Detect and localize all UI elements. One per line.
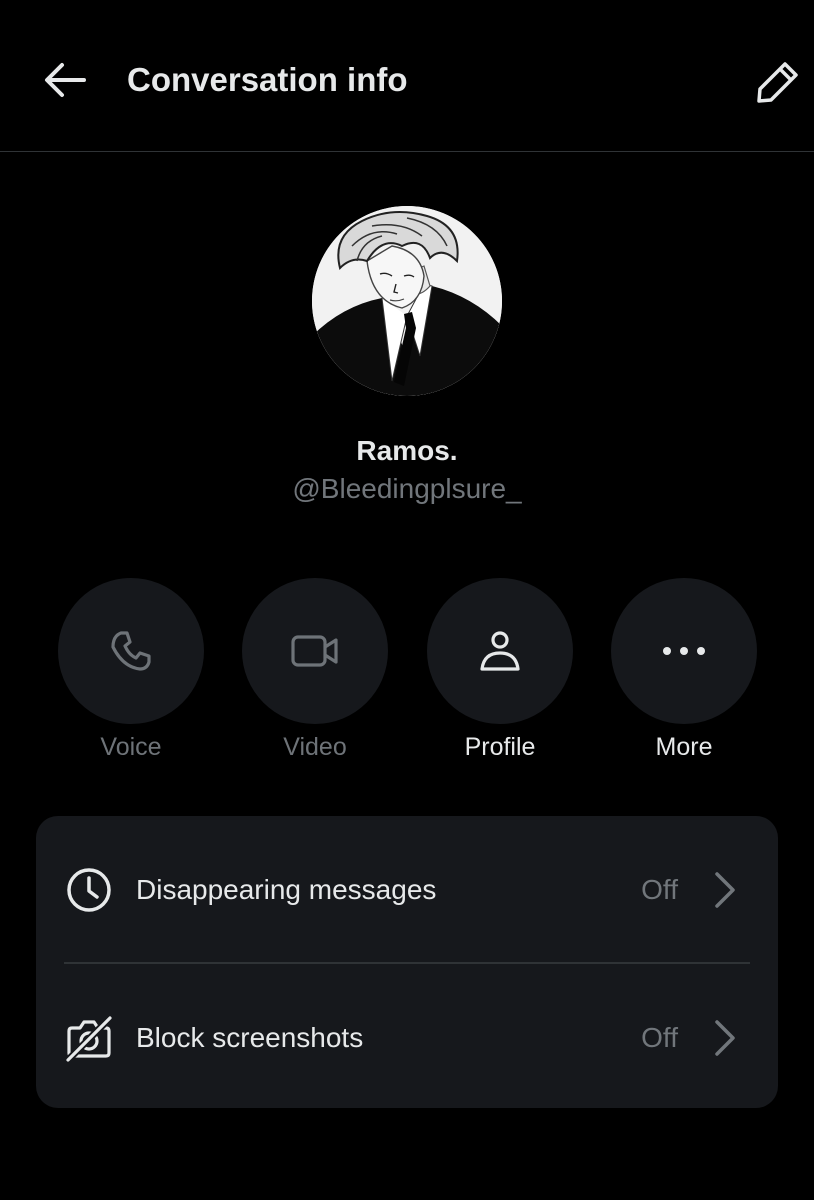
voice-call-button[interactable]: Voice	[58, 578, 204, 768]
user-handle: @Bleedingplsure_	[292, 473, 522, 504]
block-screenshots-row[interactable]: Block screenshots Off	[36, 964, 778, 1110]
person-icon	[480, 631, 520, 671]
profile-button[interactable]: Profile	[427, 578, 573, 768]
clock-icon	[64, 865, 114, 915]
disappearing-messages-value: Off	[641, 874, 678, 905]
more-button[interactable]: More	[611, 578, 757, 768]
video-camera-icon	[291, 635, 338, 667]
phone-icon	[111, 631, 151, 671]
pencil-icon	[757, 62, 798, 103]
avatar-illustration	[312, 206, 502, 396]
block-screenshots-value: Off	[641, 1022, 678, 1053]
more-label: More	[655, 733, 713, 761]
video-call-circle[interactable]	[242, 578, 388, 724]
block-screenshots-label: Block screenshots	[136, 1022, 364, 1053]
video-call-button[interactable]: Video	[242, 578, 388, 768]
camera-off-icon	[64, 1013, 114, 1063]
profile-circle[interactable]	[427, 578, 573, 724]
arrow-left-icon	[45, 63, 86, 97]
profile-label: Profile	[464, 733, 536, 761]
edit-button[interactable]	[750, 54, 806, 110]
disappearing-messages-row[interactable]: Disappearing messages Off	[36, 816, 778, 962]
video-label: Video	[283, 733, 347, 761]
voice-label: Voice	[100, 733, 162, 761]
more-dots-icon	[663, 647, 705, 655]
display-name: Ramos.	[356, 435, 458, 466]
back-button[interactable]	[38, 56, 90, 104]
top-bar: Conversation info	[0, 0, 814, 152]
chevron-right-icon	[704, 1016, 744, 1060]
disappearing-messages-label: Disappearing messages	[136, 874, 437, 905]
voice-call-circle[interactable]	[58, 578, 204, 724]
conversation-settings-card: Disappearing messages Off Block screensh…	[36, 816, 778, 1108]
chevron-right-icon	[704, 868, 744, 912]
page-title: Conversation info	[127, 61, 408, 98]
more-circle[interactable]	[611, 578, 757, 724]
avatar[interactable]	[312, 206, 502, 396]
